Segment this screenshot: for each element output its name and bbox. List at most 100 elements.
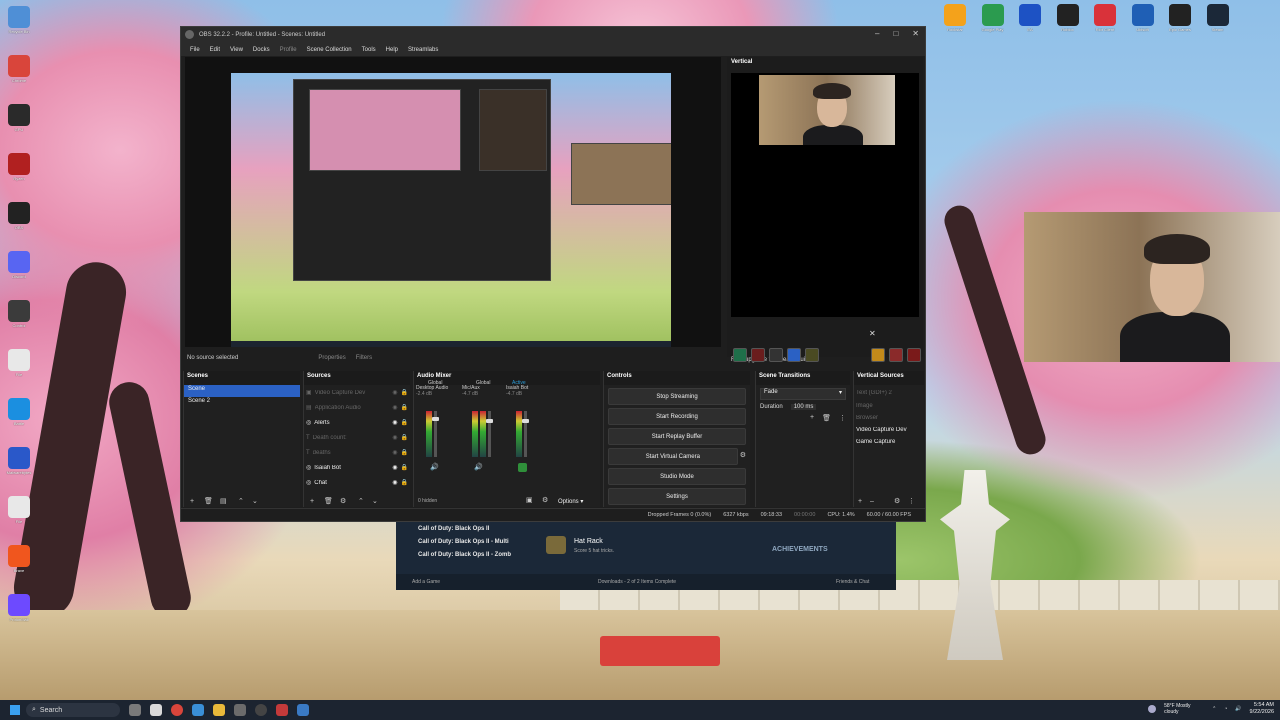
transition-select[interactable]: Fade ▾ [760,388,846,400]
vertical-source-item[interactable]: Browser [854,412,924,424]
vertical-toggle-icon[interactable] [787,348,801,362]
start-replay-buffer-button[interactable]: Start Replay Buffer [608,428,746,445]
desktop-icon[interactable]: Recycle Bin [2,6,36,39]
more-icon[interactable]: ⋮ [908,497,915,505]
lock-icon[interactable]: 🔒 [401,449,408,456]
weather-icon[interactable] [1148,705,1157,713]
menu-view[interactable]: View [225,47,248,53]
menu-help[interactable]: Help [381,47,403,53]
move-up-icon[interactable]: ⌃ [358,497,364,505]
app-icon[interactable] [234,704,246,716]
add-vertical-source-icon[interactable]: + [858,498,862,505]
eye-icon[interactable]: ◉ [392,419,397,426]
main-preview[interactable] [185,57,721,347]
desktop-icon[interactable]: Ryzen [2,153,36,186]
start-virtual-camera-button[interactable]: Start Virtual Camera [608,448,738,465]
weather-text[interactable]: 58°F Mostly cloudy [1164,703,1204,715]
desktop-icon[interactable]: Google Play [976,4,1010,37]
steam-game-item[interactable]: Call of Duty: Black Ops II - Zomb [418,552,511,558]
duration-input[interactable]: 100 ms [790,404,817,410]
source-item[interactable]: ◎ Chat ◉ 🔒 [304,475,410,490]
lock-icon[interactable]: 🔒 [401,464,408,471]
desktop-icon[interactable]: Riot Client [1088,4,1122,37]
desktop-icon[interactable]: GPU [2,104,36,137]
widget-icon[interactable] [129,704,141,716]
mixer-settings-icon[interactable]: ⚙ [542,496,548,504]
scene-item[interactable]: Scene 2 [184,397,300,409]
taskbar-search[interactable]: ⌕ Search [26,703,120,717]
eye-icon[interactable]: ◉ [392,464,397,471]
menu-edit[interactable]: Edit [205,47,225,53]
vertical-source-settings-icon[interactable]: ⚙ [894,497,900,505]
desktop-icon[interactable]: Battle [2,398,36,431]
vertical-record-icon[interactable] [751,348,765,362]
mixer-layout-icon[interactable]: ▣ [526,496,533,504]
add-source-icon[interactable]: + [310,498,314,505]
minimize-icon[interactable]: – [875,29,879,38]
more-icon[interactable]: ⋮ [839,414,846,422]
properties-button[interactable]: Properties [318,355,345,361]
scene-item[interactable]: Scene [184,385,300,397]
menu-docks[interactable]: Docks [248,47,275,53]
speaker-icon[interactable]: 🔊 [430,463,439,471]
steam-window[interactable]: Call of Duty: Black Ops II Call of Duty:… [396,516,896,590]
filter-scene-icon[interactable]: ▤ [220,497,227,505]
settings-button[interactable]: Settings [608,488,746,505]
add-game-button[interactable]: Add a Game [412,579,440,585]
filters-button[interactable]: Filters [356,355,372,361]
menu-streamlabs[interactable]: Streamlabs [403,47,443,53]
source-settings-icon[interactable]: ⚙ [340,497,346,505]
vertical-source-item[interactable]: Game Capture [854,436,924,448]
volume-icon[interactable]: 🔊 [1235,706,1241,712]
chrome-icon[interactable] [171,704,183,716]
move-down-icon[interactable]: ⌄ [372,497,378,505]
desktop-icon[interactable]: Discord [2,251,36,284]
friends-chat-button[interactable]: Friends & Chat [836,579,869,585]
desktop-icon[interactable]: Ubisoft [1126,4,1160,37]
volume-fader[interactable] [432,411,439,457]
speaker-icon[interactable]: 🔊 [474,463,483,471]
chevron-up-icon[interactable]: ⌃ [1212,706,1216,712]
desktop-icon[interactable]: Brave [2,545,36,578]
source-item[interactable]: T Death count: ◉ 🔒 [304,430,410,445]
eye-icon[interactable]: ◉ [392,449,397,456]
source-item[interactable]: ▤ Application Audio ◉ 🔒 [304,400,410,415]
close-icon[interactable]: ✕ [912,29,919,38]
menu-scene-collection[interactable]: Scene Collection [302,47,357,53]
maximize-icon[interactable]: □ [893,29,898,38]
desktop-icon[interactable]: File [2,349,36,382]
vertical-camera-icon[interactable] [805,348,819,362]
desktop-icon[interactable]: Steam [1201,4,1235,37]
task-view-icon[interactable] [150,704,162,716]
desktop-icon[interactable]: Roblox [1051,4,1085,37]
volume-fader[interactable] [486,411,493,457]
preview-canvas[interactable] [231,73,671,347]
desktop-icon[interactable]: EA [1013,4,1047,37]
vertical-stream-icon[interactable] [733,348,747,362]
steam-game-item[interactable]: Call of Duty: Black Ops II - Multi [418,539,509,545]
add-transition-icon[interactable]: + [810,414,814,422]
desktop-icon[interactable]: Control [2,300,36,333]
add-scene-icon[interactable]: + [190,498,194,505]
vertical-source-item[interactable]: Text (GDI+) 2 [854,385,924,400]
menu-profile[interactable]: Profile [275,47,302,53]
menu-tools[interactable]: Tools [357,47,381,53]
remove-transition-icon[interactable]: 🗑 [822,414,831,422]
app-icon[interactable] [297,704,309,716]
store-icon[interactable] [192,704,204,716]
desktop-icon[interactable]: ProtonMail [2,594,36,627]
vertical-layout-icon[interactable] [769,348,783,362]
stop-streaming-button[interactable]: Stop Streaming [608,388,746,405]
source-item[interactable]: ◎ Isaiah Bot ◉ 🔒 [304,460,410,475]
vertical-alert-icon[interactable] [889,348,903,362]
downloads-status[interactable]: Downloads - 2 of 2 Items Complete [598,579,676,585]
network-icon[interactable]: ◔ [1224,706,1227,712]
source-item[interactable]: ▣ Video Capture Dev ◉ 🔒 [304,385,410,400]
lock-icon[interactable]: 🔒 [401,479,408,486]
move-down-icon[interactable]: ⌄ [252,497,258,505]
source-item[interactable]: ◎ Alerts ◉ 🔒 [304,415,410,430]
remove-scene-icon[interactable]: 🗑 [204,497,213,505]
remove-source-icon[interactable]: 🗑 [324,497,333,505]
app-icon[interactable] [276,704,288,716]
vertical-canvas[interactable] [731,73,919,317]
